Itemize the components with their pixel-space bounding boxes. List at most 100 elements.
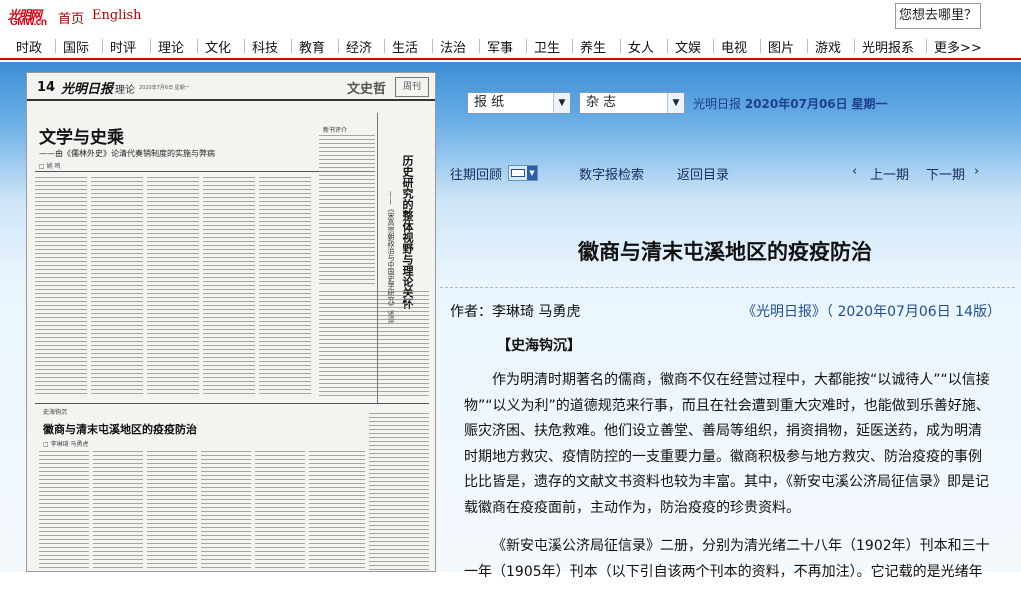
- chevron-left-icon[interactable]: ‹: [852, 164, 857, 179]
- newspaper-select-value: 报 纸: [474, 95, 505, 110]
- text-column: [201, 451, 251, 571]
- chevron-down-icon: ▼: [667, 93, 684, 113]
- nav-separator: [150, 39, 151, 53]
- dateline-weekday: 星期一: [851, 97, 888, 111]
- text-column: [369, 413, 429, 571]
- article-paragraph: 《新安屯溪公济局征信录》二册，分别为清光绪二十八年（1902年）刊本和三十一年（…: [464, 538, 990, 580]
- dateline: 光明日报 2020年07月06日 星期一: [693, 95, 888, 112]
- article-title: 徽商与清末屯溪地区的疫疫防治: [578, 240, 872, 264]
- page-column: 文史哲: [347, 82, 387, 97]
- nav-separator: [854, 39, 855, 53]
- nav-item[interactable]: 理论: [158, 37, 184, 56]
- nav-item[interactable]: 文娱: [675, 37, 701, 56]
- text-column: [91, 177, 143, 397]
- dateline-date: 2020年07月06日: [744, 97, 848, 111]
- main-nav: 时政 国际 时评 理论 文化 科技 教育 经济 生活 法治 军事 卫生 养生 女人 文娱 电视 图片 游戏 光明报系…: [0, 33, 1021, 60]
- text-column: [319, 135, 375, 285]
- nav-item[interactable]: 图片: [768, 37, 794, 56]
- nav-item[interactable]: 时评: [110, 37, 136, 56]
- dateline-paper: 光明日报: [693, 97, 742, 111]
- nav-separator: [102, 39, 103, 53]
- nav-separator: [479, 39, 480, 53]
- home-link[interactable]: 首页: [58, 8, 84, 27]
- page-headline-1[interactable]: 文学与史乘: [39, 123, 124, 148]
- nav-separator: [338, 39, 339, 53]
- text-column: [259, 177, 311, 397]
- chevron-down-icon: ▼: [527, 166, 537, 180]
- logo-text-en: GMW.cn: [10, 17, 47, 28]
- magazine-select-value: 杂 志: [586, 95, 617, 110]
- nav-separator: [197, 39, 198, 53]
- nav-item[interactable]: 更多>>: [934, 37, 982, 56]
- nav-separator: [926, 39, 927, 53]
- page-byline-2: □ 李琳琦 马勇虎: [43, 441, 89, 448]
- newspaper-select[interactable]: 报 纸 ▼: [467, 92, 571, 114]
- nav-item[interactable]: 国际: [63, 37, 89, 56]
- text-column: [309, 451, 365, 571]
- nav-separator: [55, 39, 56, 53]
- nav-item[interactable]: 电视: [721, 37, 747, 56]
- text-column: [319, 291, 429, 397]
- archive-date-picker[interactable]: ▼: [508, 165, 538, 181]
- prev-issue-link[interactable]: 上一期: [870, 164, 909, 183]
- magazine-select[interactable]: 杂 志 ▼: [579, 92, 685, 114]
- next-issue-link[interactable]: 下一期: [926, 164, 965, 183]
- top-bar: 光明网 GMW.cn 首页 English 您想去哪里？: [0, 0, 1021, 33]
- nav-separator: [572, 39, 573, 53]
- archive-link[interactable]: 往期回顾: [450, 164, 502, 183]
- chevron-right-icon[interactable]: ›: [974, 164, 979, 179]
- article-body: 作为明清时期著名的儒商，徽商不仅在经营过程中，大都能按“以诚待人”“以信接物”“…: [464, 368, 990, 598]
- article-source[interactable]: 《光明日报》（ 2020年07月06日 14版）: [742, 301, 1001, 321]
- page-masthead: 14 光明日报 理论 2020年7月6日 星期一 文史哲 周刊: [27, 73, 435, 101]
- paper-name: 光明日报: [61, 82, 114, 97]
- nav-item[interactable]: 文化: [205, 37, 231, 56]
- nav-item[interactable]: 军事: [487, 37, 513, 56]
- nav-item[interactable]: 养生: [580, 37, 606, 56]
- page-number: 14: [37, 80, 56, 95]
- digital-search-link[interactable]: 数字报检索: [579, 164, 644, 183]
- text-column: [39, 451, 89, 571]
- nav-separator: [807, 39, 808, 53]
- text-column: [255, 451, 305, 571]
- divider: [440, 287, 1015, 288]
- nav-separator: [713, 39, 714, 53]
- article-paragraph: 作为明清时期著名的儒商，徽商不仅在经营过程中，大都能按“以诚待人”“以信接物”“…: [464, 372, 990, 516]
- nav-item[interactable]: 光明报系: [862, 37, 914, 56]
- nav-item[interactable]: 教育: [299, 37, 325, 56]
- destination-search-button[interactable]: 您想去哪里？: [895, 3, 981, 29]
- nav-item[interactable]: 游戏: [815, 37, 841, 56]
- nav-item[interactable]: 生活: [392, 37, 418, 56]
- page-tag-2: 史海钩沉: [43, 409, 68, 416]
- epaper-stage: 14 光明日报 理论 2020年7月6日 星期一 文史哲 周刊 文学与史乘 ——…: [0, 62, 1021, 580]
- nav-separator: [384, 39, 385, 53]
- article-section-tag: 【史海钩沉】: [497, 338, 581, 354]
- divider: [35, 403, 429, 404]
- page-column-weekly: 周刊: [395, 77, 429, 97]
- page-headline-2[interactable]: 徽商与清末屯溪地区的疫疫防治: [43, 421, 197, 437]
- calendar-icon: [511, 169, 525, 177]
- nav-item[interactable]: 科技: [252, 37, 278, 56]
- nav-item[interactable]: 女人: [628, 37, 654, 56]
- nav-separator: [620, 39, 621, 53]
- site-logo[interactable]: 光明网 GMW.cn: [8, 6, 52, 28]
- nav-separator: [432, 39, 433, 53]
- english-link[interactable]: English: [92, 8, 142, 23]
- page-meta: 2020年7月6日 星期一: [139, 85, 190, 91]
- text-column: [93, 451, 143, 571]
- nav-item[interactable]: 法治: [440, 37, 466, 56]
- page-vertical-headline[interactable]: 历史研究的整体视野与理论关怀: [399, 155, 414, 309]
- newspaper-page-thumbnail[interactable]: 14 光明日报 理论 2020年7月6日 星期一 文史哲 周刊 文学与史乘 ——…: [26, 72, 436, 572]
- page-byline-1: □ 姚 鸣: [39, 163, 61, 170]
- nav-separator: [760, 39, 761, 53]
- nav-separator: [244, 39, 245, 53]
- article-author: 作者：李琳琦 马勇虎: [450, 304, 581, 320]
- chevron-down-icon: ▼: [553, 93, 570, 113]
- text-column: [203, 177, 255, 397]
- page-section: 理论: [115, 85, 135, 96]
- text-column: [147, 177, 199, 397]
- nav-item[interactable]: 经济: [346, 37, 372, 56]
- nav-item[interactable]: 卫生: [534, 37, 560, 56]
- nav-item[interactable]: 时政: [16, 37, 42, 56]
- page-tag-1: 新书评介: [323, 127, 348, 134]
- back-to-index-link[interactable]: 返回目录: [677, 164, 729, 183]
